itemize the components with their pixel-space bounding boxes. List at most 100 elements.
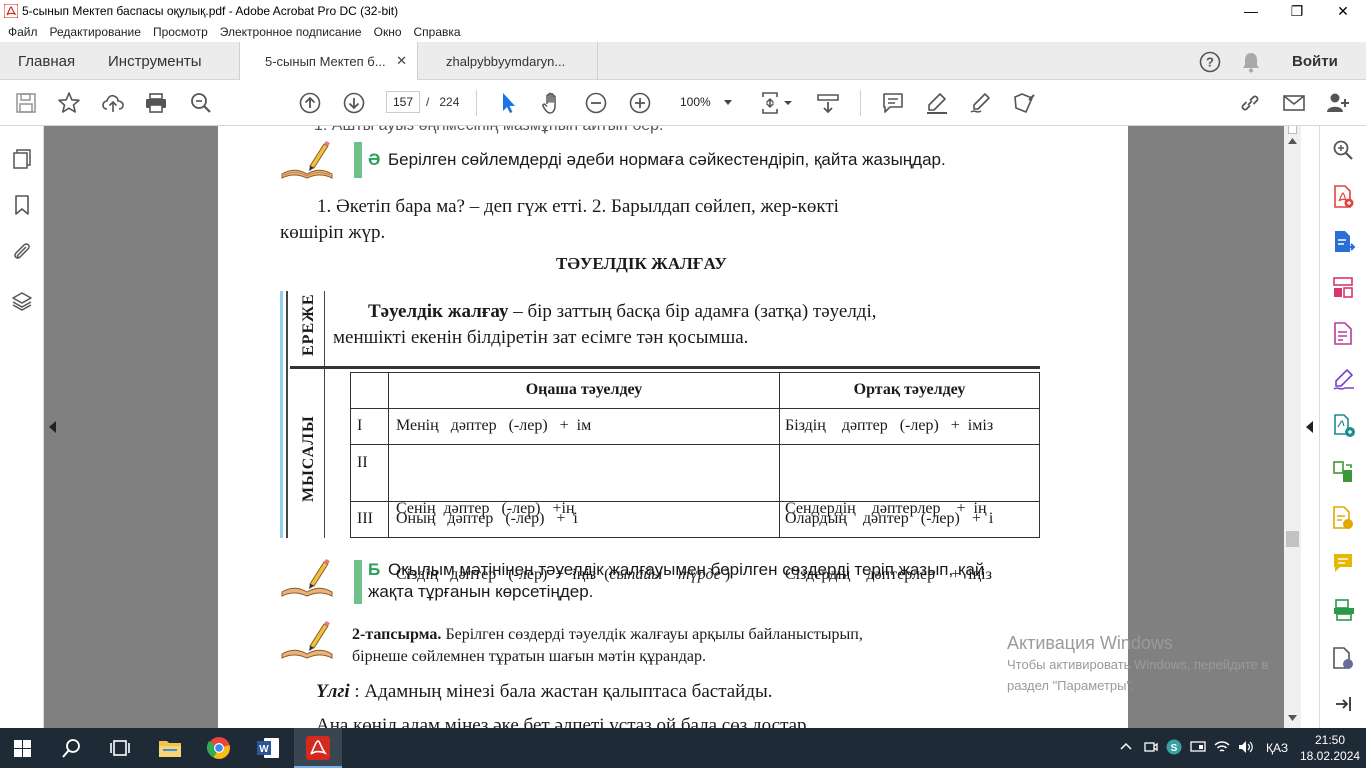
tab-home[interactable]: Главная — [18, 42, 75, 80]
previous-page-icon[interactable] — [298, 91, 322, 115]
maximize-button[interactable]: ❐ — [1274, 0, 1320, 22]
add-user-icon[interactable] — [1326, 91, 1350, 115]
vertical-scrollbar[interactable] — [1284, 126, 1301, 728]
page-fit-icon[interactable] — [760, 91, 794, 115]
edit-document-icon[interactable] — [1012, 91, 1036, 115]
protect-icon[interactable] — [1332, 646, 1354, 670]
share-link-icon[interactable] — [1238, 91, 1262, 115]
book-pencil-icon — [280, 558, 334, 600]
toolbar-divider — [476, 90, 477, 116]
zoom-search-icon[interactable] — [189, 91, 213, 115]
collapse-left-panel-icon[interactable] — [49, 421, 57, 433]
menu-sign[interactable]: Электронное подписание — [220, 25, 362, 39]
page-number-input[interactable]: 157 — [386, 91, 420, 113]
zoom-out-icon[interactable] — [584, 91, 608, 115]
export-pdf-icon[interactable] — [1332, 230, 1356, 254]
wifi-icon[interactable] — [1214, 740, 1230, 754]
search-icon[interactable] — [62, 738, 82, 758]
sample-label: Үлгі — [316, 681, 350, 702]
page-total-count: 224 — [439, 95, 460, 109]
search-zoom-icon[interactable] — [1332, 139, 1354, 161]
fill-and-sign-icon[interactable] — [1332, 368, 1356, 390]
menu-edit[interactable]: Редактирование — [50, 25, 141, 39]
acrobat-taskbar-button[interactable] — [294, 728, 342, 768]
highlight-pen-icon[interactable] — [925, 91, 949, 115]
fill-sign-icon[interactable] — [969, 91, 993, 115]
menu-window[interactable]: Окно — [374, 25, 402, 39]
combine-files-icon[interactable] — [1332, 460, 1354, 484]
tray-display-icon[interactable] — [1190, 741, 1206, 753]
file-explorer-icon[interactable] — [158, 737, 182, 759]
scroll-down-arrow-icon[interactable] — [1288, 715, 1297, 721]
scan-ocr-icon[interactable] — [1332, 598, 1356, 622]
green-marker-bar — [354, 142, 362, 178]
page-total: / 224 — [426, 95, 459, 109]
example-label-divider — [324, 369, 325, 538]
close-window-button[interactable]: ✕ — [1320, 0, 1366, 22]
next-page-icon[interactable] — [342, 91, 366, 115]
upload-cloud-icon[interactable] — [101, 91, 125, 115]
show-hidden-icons-chevron-icon[interactable] — [1120, 742, 1132, 750]
email-icon[interactable] — [1282, 91, 1306, 115]
menu-file[interactable]: Файл — [8, 25, 38, 39]
page-thumbnails-icon[interactable] — [11, 148, 33, 170]
minimize-button[interactable]: — — [1228, 0, 1274, 22]
create-pdf-icon[interactable] — [1332, 185, 1354, 209]
svg-text:?: ? — [1206, 55, 1214, 70]
section-heading: ТӘУЕЛДІК ЖАЛҒАУ — [556, 254, 727, 273]
tab-tools[interactable]: Инструменты — [108, 42, 202, 80]
notifications-bell-icon[interactable] — [1241, 51, 1261, 73]
collapse-tools-pane-icon[interactable] — [1333, 694, 1353, 714]
table-person-1: I — [350, 408, 389, 445]
clock[interactable]: 21:50 18.02.2024 — [1300, 732, 1360, 764]
windows-taskbar: W S ҚАЗ 21:50 18.02.2024 — [0, 728, 1366, 768]
exercise-line-2: көшіріп жүр. — [280, 222, 386, 243]
tray-meet-icon[interactable] — [1144, 740, 1158, 754]
attachments-paperclip-icon[interactable] — [11, 240, 33, 262]
print-icon[interactable] — [144, 91, 168, 115]
menu-help[interactable]: Справка — [414, 25, 461, 39]
rule-label: ЕРЕЖЕ — [300, 293, 317, 356]
green-marker-bar — [354, 560, 362, 604]
windows-start-icon[interactable] — [14, 740, 31, 757]
share-file-icon[interactable] — [1332, 414, 1356, 438]
task-2-line-2: бірнеше сөйлемнен тұратын шағын мәтін құ… — [352, 648, 706, 665]
zoom-in-icon[interactable] — [628, 91, 652, 115]
menu-view[interactable]: Просмотр — [153, 25, 208, 39]
bookmarks-icon[interactable] — [12, 194, 32, 216]
layers-icon[interactable] — [11, 290, 33, 312]
tab-document-2[interactable]: zhalpybbyymdaryn... — [418, 42, 598, 80]
organize-pages-icon[interactable] — [1332, 276, 1354, 300]
bookmark-star-icon[interactable] — [57, 91, 81, 115]
acrobat-icon — [306, 736, 330, 760]
tray-app-icon[interactable]: S — [1166, 739, 1182, 755]
rule-label-divider — [324, 291, 325, 366]
volume-icon[interactable] — [1238, 740, 1254, 754]
scroll-mode-icon[interactable] — [816, 91, 840, 115]
scroll-thumb[interactable] — [1286, 531, 1299, 547]
send-for-review-icon[interactable] — [1332, 506, 1354, 530]
close-tab-icon[interactable]: ✕ — [396, 53, 407, 69]
task-a-text: Берілген сөйлемдерді әдеби нормаға сәйке… — [388, 150, 946, 169]
keyboard-language[interactable]: ҚАЗ — [1266, 741, 1288, 755]
expand-right-panel-icon[interactable] — [1306, 421, 1314, 433]
save-icon[interactable] — [14, 91, 38, 115]
table-cell-3-1: Оның дәптер (-лер) + і — [388, 501, 780, 538]
document-viewer[interactable]: 1. Ашты ауыз әңгімесінің мазмұнын айтып … — [44, 126, 1284, 728]
help-icon[interactable]: ? — [1199, 51, 1221, 73]
zoom-level-dropdown[interactable]: 100% — [672, 91, 744, 113]
tab-document-1[interactable]: 5-сынып Мектеп б... ✕ — [239, 42, 418, 81]
toolbar-divider — [860, 90, 861, 116]
comment-tool-icon[interactable] — [1332, 552, 1354, 574]
sign-in-button[interactable]: Войти — [1292, 42, 1338, 80]
tab-document-1-label: 5-сынып Мектеп б... — [265, 54, 386, 69]
scroll-up-arrow-icon[interactable] — [1288, 138, 1297, 144]
hand-tool-icon[interactable] — [540, 91, 564, 115]
comment-icon[interactable] — [881, 91, 905, 115]
chrome-icon[interactable] — [207, 736, 231, 760]
select-cursor-icon[interactable] — [497, 91, 521, 115]
table-header-col1: Оңаша тәуелдеу — [388, 372, 780, 409]
word-icon[interactable]: W — [256, 736, 280, 760]
task-view-icon[interactable] — [110, 739, 130, 757]
edit-pdf-icon[interactable] — [1333, 322, 1353, 346]
